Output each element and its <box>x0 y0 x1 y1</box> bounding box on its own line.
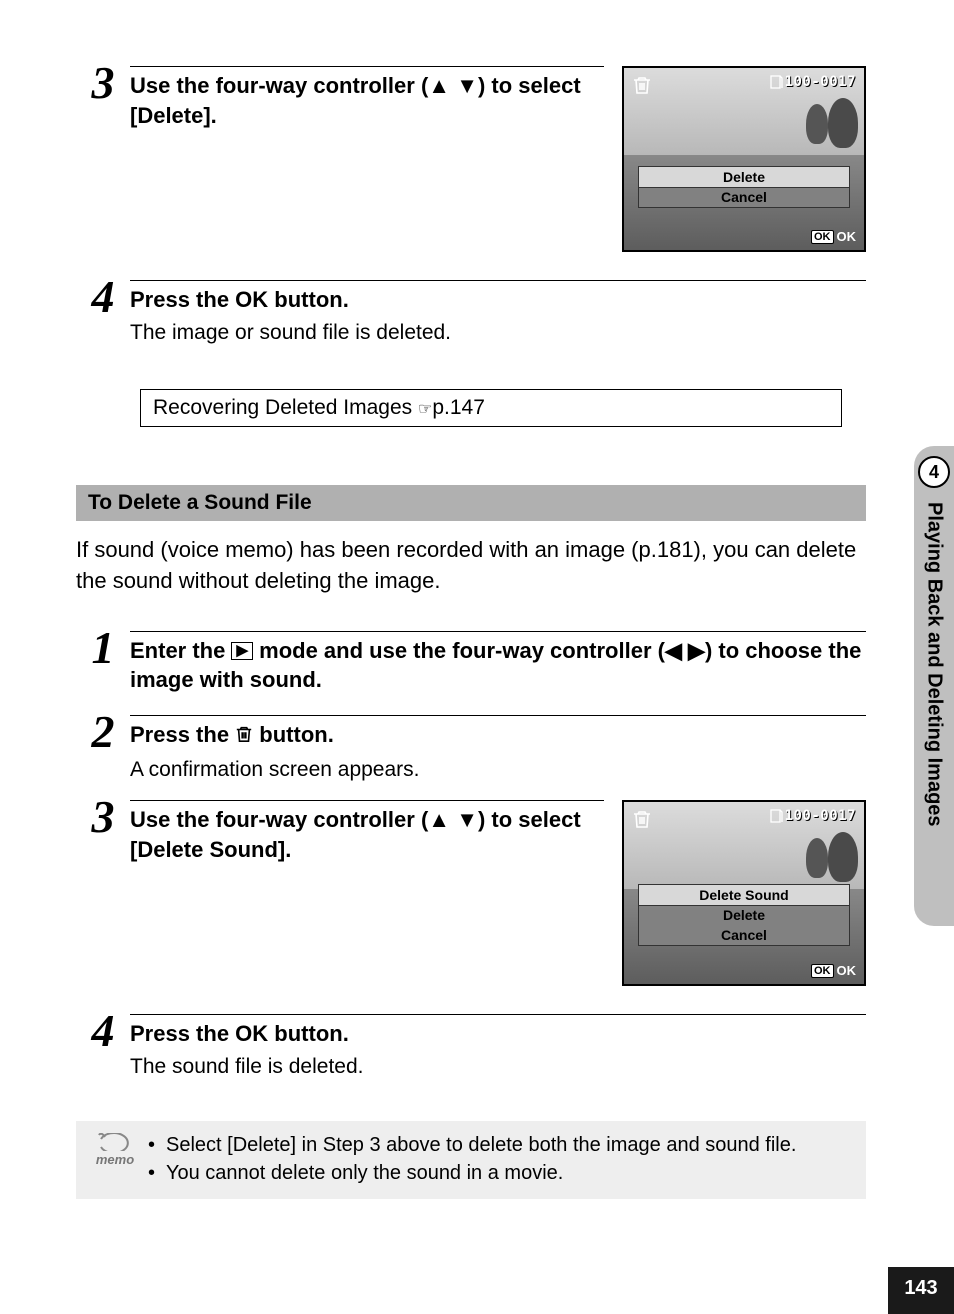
step-number: 4 <box>76 274 130 320</box>
memo-label: memo <box>96 1152 134 1167</box>
step-heading: Enter the ▶ mode and use the four-way co… <box>130 631 866 699</box>
step-heading: Press the button. <box>130 715 866 756</box>
text: button. <box>268 287 349 312</box>
chapter-number: 4 <box>918 456 950 488</box>
memo-item: You cannot delete only the sound in a mo… <box>166 1159 563 1187</box>
ok-indicator: OK OK <box>811 229 856 244</box>
ok-button-label: OK <box>235 1021 268 1046</box>
text: Press the <box>130 287 235 312</box>
lcd-preview-delete: 100-0017 Delete Cancel OK OK <box>622 66 866 252</box>
ok-box-icon: OK <box>811 230 834 244</box>
intro-paragraph: If sound (voice memo) has been recorded … <box>76 535 866 597</box>
step-number: 3 <box>76 60 130 106</box>
text: button. <box>268 1021 349 1046</box>
text: button. <box>253 722 334 747</box>
page-number: 143 <box>888 1267 954 1314</box>
playback-mode-icon: ▶ <box>231 642 253 661</box>
callout-reference: Recovering Deleted Images ☞p.147 <box>140 389 842 427</box>
step-number: 2 <box>76 709 130 755</box>
text: Use the four-way controller ( <box>130 73 428 98</box>
text: Press the <box>130 1021 235 1046</box>
callout-text: Recovering Deleted Images <box>153 396 418 419</box>
down-triangle-icon: ▼ <box>456 73 478 98</box>
step-number: 3 <box>76 794 130 840</box>
right-triangle-icon: ▶ <box>688 638 705 663</box>
file-number: 100-0017 <box>770 74 856 93</box>
memo-icon: memo <box>82 1133 148 1167</box>
trash-icon <box>632 808 652 835</box>
text: mode and use the four-way controller ( <box>253 638 665 663</box>
step-description: The image or sound file is deleted. <box>130 319 866 347</box>
file-number: 100-0017 <box>770 808 856 827</box>
ok-button-label: OK <box>235 287 268 312</box>
ok-indicator: OK OK <box>811 963 856 978</box>
text: Use the four-way controller ( <box>130 807 428 832</box>
callout-page: p.147 <box>432 396 485 419</box>
ok-box-icon: OK <box>811 964 834 978</box>
chapter-title: Playing Back and Deleting Images <box>923 502 946 827</box>
bullet-icon: • <box>148 1159 166 1187</box>
menu-option-cancel: Cancel <box>639 187 849 207</box>
memo-list: •Select [Delete] in Step 3 above to dele… <box>148 1131 852 1187</box>
down-triangle-icon: ▼ <box>456 807 478 832</box>
menu-option-cancel: Cancel <box>639 925 849 945</box>
step-heading: Use the four-way controller (▲ ▼) to sel… <box>130 66 604 134</box>
lcd-menu: Delete Cancel <box>638 166 850 208</box>
step-number: 4 <box>76 1008 130 1054</box>
up-triangle-icon: ▲ <box>428 807 450 832</box>
side-tab: 4 Playing Back and Deleting Images <box>914 446 954 926</box>
step-heading: Press the OK button. <box>130 1014 866 1053</box>
ok-label: OK <box>837 229 857 244</box>
memo-block: memo •Select [Delete] in Step 3 above to… <box>76 1121 866 1199</box>
ok-label: OK <box>837 963 857 978</box>
step-heading: Use the four-way controller (▲ ▼) to sel… <box>130 800 604 868</box>
step-description: The sound file is deleted. <box>130 1053 866 1081</box>
bullet-icon: • <box>148 1131 166 1159</box>
trash-icon <box>235 722 253 752</box>
menu-option-delete: Delete <box>639 905 849 925</box>
up-triangle-icon: ▲ <box>428 73 450 98</box>
left-triangle-icon: ◀ <box>665 638 682 663</box>
pointer-icon: ☞ <box>418 401 432 418</box>
menu-option-delete-sound: Delete Sound <box>638 884 850 906</box>
lcd-menu: Delete Sound Delete Cancel <box>638 884 850 946</box>
text: Enter the <box>130 638 231 663</box>
step-description: A confirmation screen appears. <box>130 756 866 784</box>
lcd-preview-delete-sound: 100-0017 Delete Sound Delete Cancel OK O… <box>622 800 866 986</box>
trash-icon <box>632 74 652 101</box>
step-number: 1 <box>76 625 130 671</box>
step-heading: Press the OK button. <box>130 280 866 319</box>
menu-option-delete: Delete <box>638 166 850 188</box>
text: Press the <box>130 722 235 747</box>
sub-heading: To Delete a Sound File <box>76 485 866 521</box>
memo-item: Select [Delete] in Step 3 above to delet… <box>166 1131 796 1159</box>
